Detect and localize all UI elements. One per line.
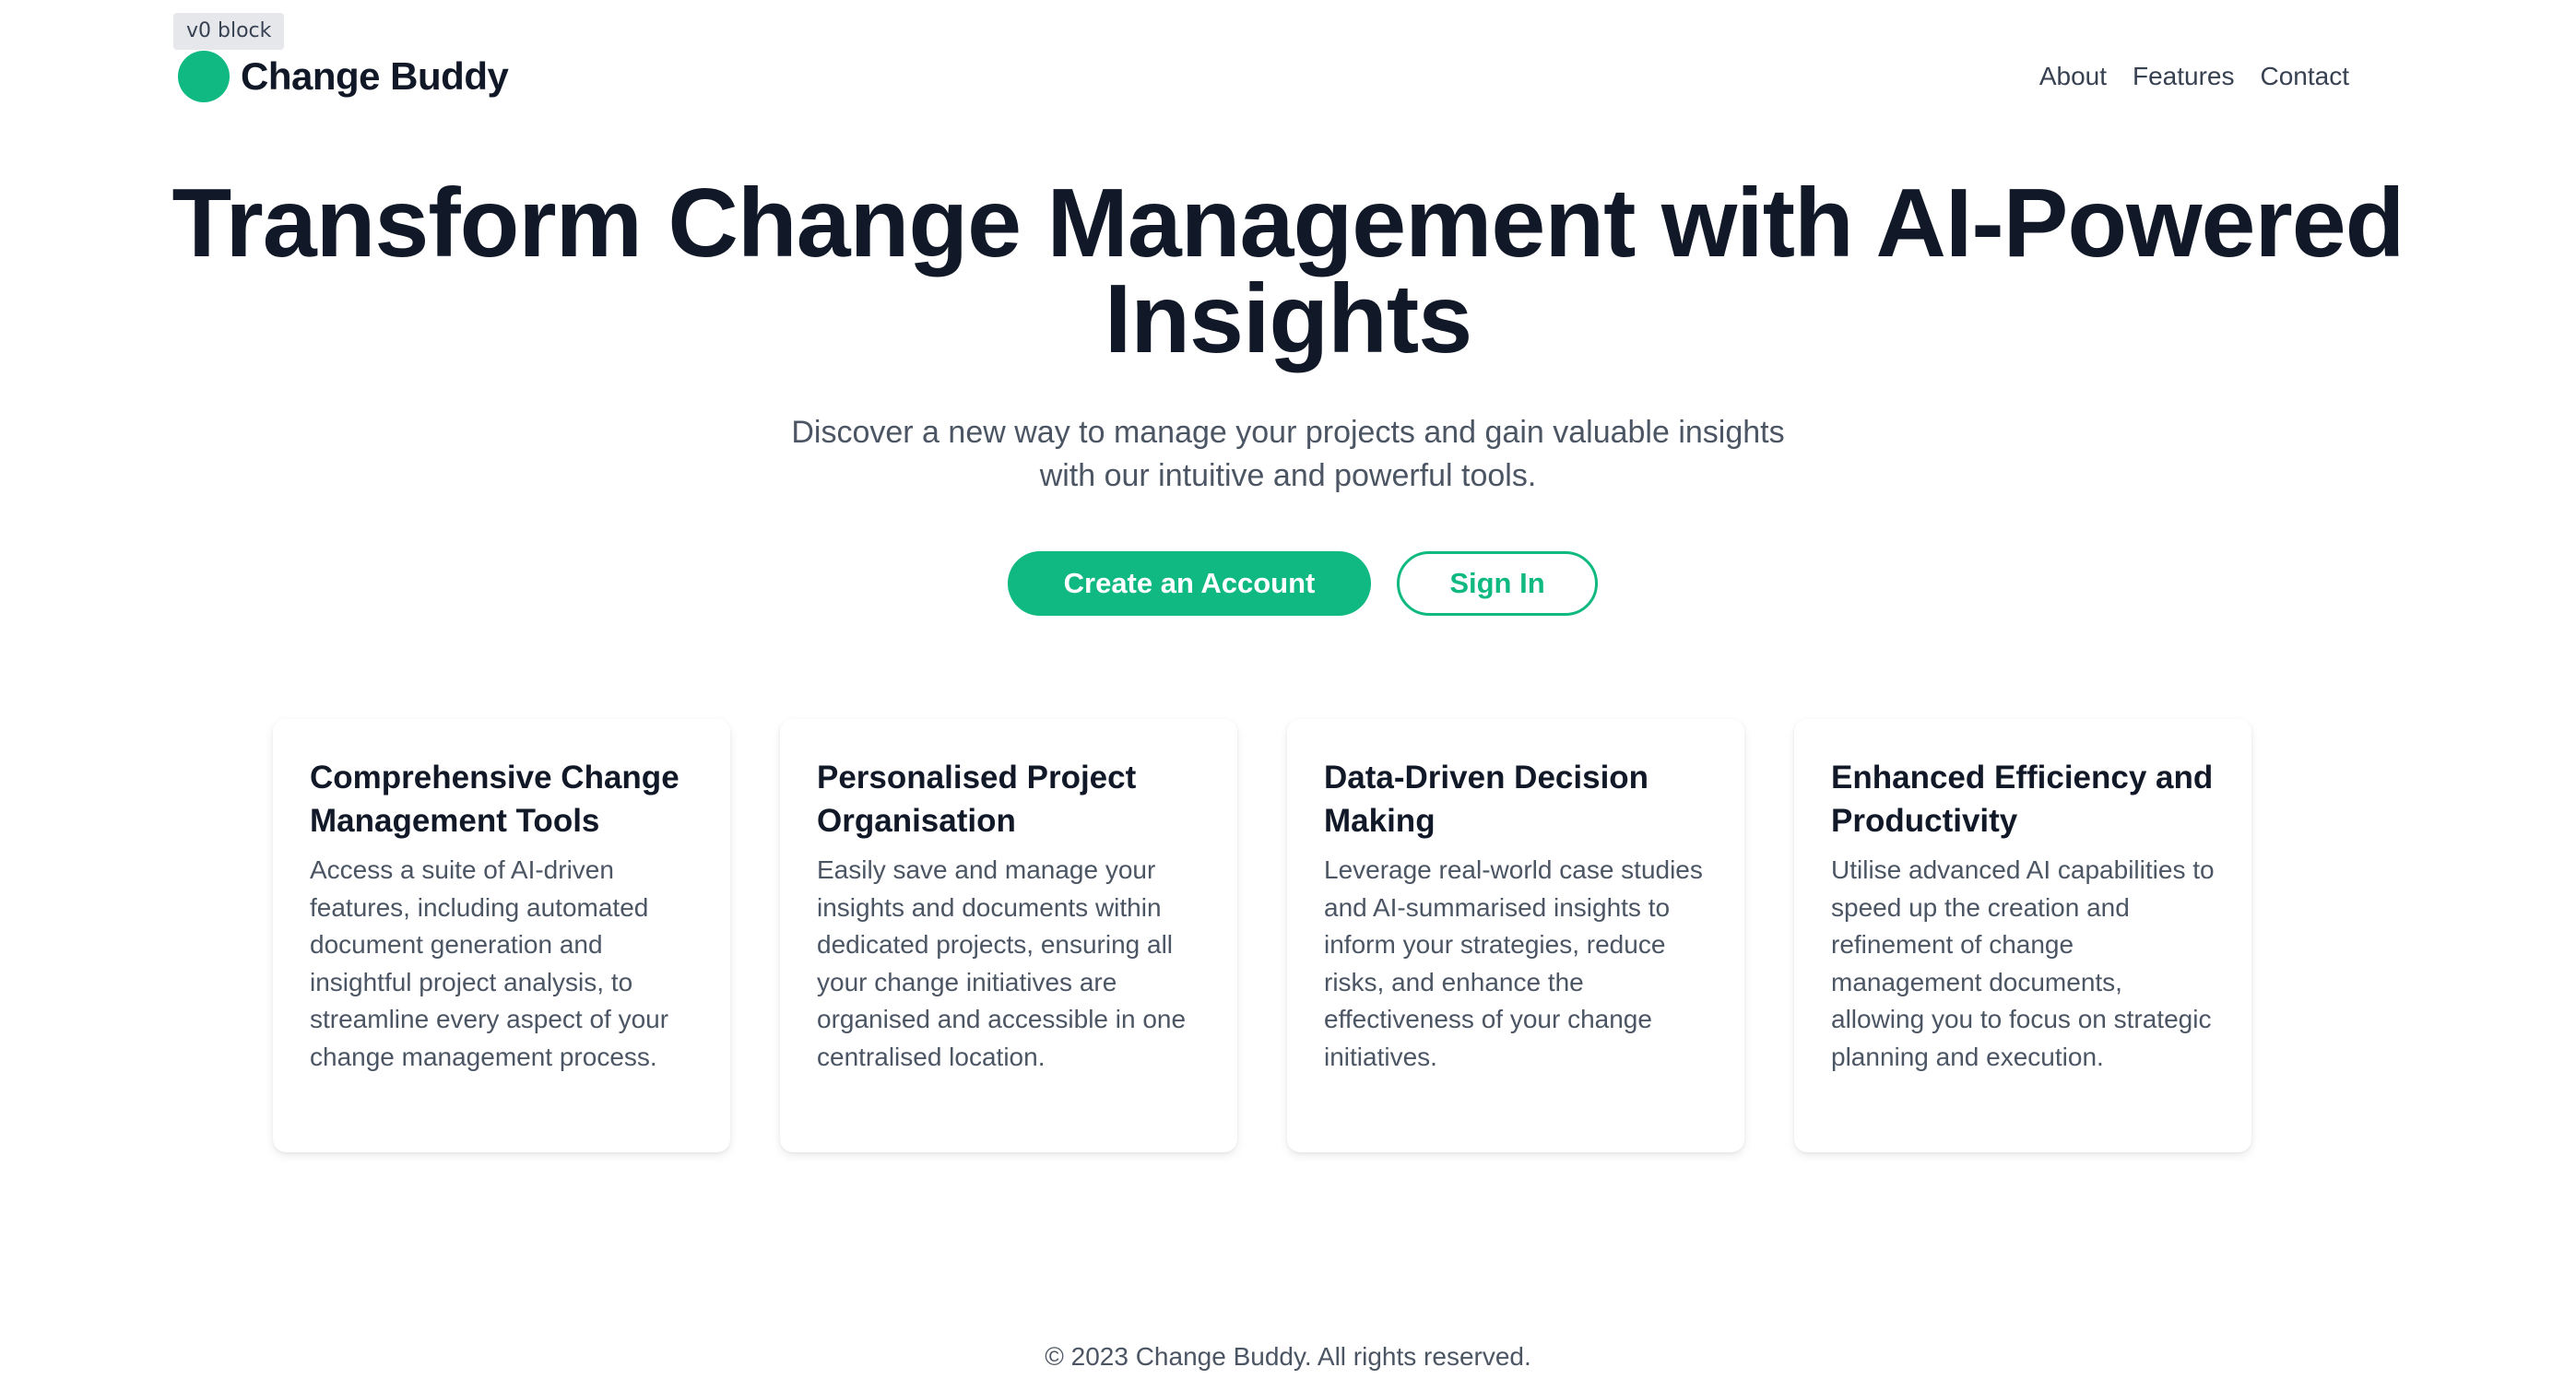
feature-card-text: Leverage real-world case studies and AI-… bbox=[1324, 855, 1703, 1071]
hero-subtitle: Discover a new way to manage your projec… bbox=[719, 411, 1857, 498]
hero-title-line-2: Insights bbox=[1104, 265, 1472, 373]
hero-subtitle-line-1: Discover a new way to manage your projec… bbox=[791, 415, 1785, 450]
feature-card: Enhanced Efficiency and Productivity Uti… bbox=[1794, 719, 2251, 1152]
top-nav: About Features Contact bbox=[2039, 55, 2349, 98]
hero-title-line-1: Transform Change Management with AI-Powe… bbox=[171, 169, 2405, 277]
feature-card-text: Utilise advanced AI capabilities to spee… bbox=[1831, 855, 2215, 1071]
site-header: Change Buddy About Features Contact bbox=[0, 0, 2576, 157]
footer-copyright: © 2023 Change Buddy. All rights reserved… bbox=[1045, 1342, 1531, 1371]
hero-subtitle-line-2: with our intuitive and powerful tools. bbox=[1039, 458, 1537, 493]
feature-card-title: Comprehensive Change Management Tools bbox=[310, 760, 679, 839]
feature-card-text: Easily save and manage your insights and… bbox=[817, 855, 1187, 1071]
hero-title: Transform Change Management with AI-Powe… bbox=[0, 174, 2576, 368]
brand-logo-icon bbox=[178, 51, 230, 102]
feature-card: Data-Driven Decision Making Leverage rea… bbox=[1287, 719, 1744, 1152]
feature-card-title: Data-Driven Decision Making bbox=[1324, 760, 1649, 839]
nav-link-about[interactable]: About bbox=[2039, 62, 2107, 91]
cta-row: Create an Account Sign In bbox=[0, 551, 2576, 616]
nav-link-features[interactable]: Features bbox=[2133, 62, 2235, 91]
feature-card: Comprehensive Change Management Tools Ac… bbox=[273, 719, 730, 1152]
feature-card-title: Enhanced Efficiency and Productivity bbox=[1831, 760, 2214, 839]
landing-page: Change Buddy About Features Contact v0 b… bbox=[0, 0, 2576, 1379]
nav-link-contact[interactable]: Contact bbox=[2261, 62, 2350, 91]
brand-name: Change Buddy bbox=[241, 54, 509, 98]
feature-card: Personalised Project Organisation Easily… bbox=[780, 719, 1237, 1152]
sign-in-button[interactable]: Sign In bbox=[1397, 551, 1598, 616]
feature-cards: Comprehensive Change Management Tools Ac… bbox=[273, 719, 2251, 1152]
create-account-button[interactable]: Create an Account bbox=[1008, 551, 1371, 616]
feature-card-title: Personalised Project Organisation bbox=[817, 760, 1137, 839]
feature-card-text: Access a suite of AI-driven features, in… bbox=[310, 855, 669, 1071]
v0-block-badge: v0 block bbox=[173, 13, 285, 50]
brand[interactable]: Change Buddy bbox=[178, 50, 509, 103]
